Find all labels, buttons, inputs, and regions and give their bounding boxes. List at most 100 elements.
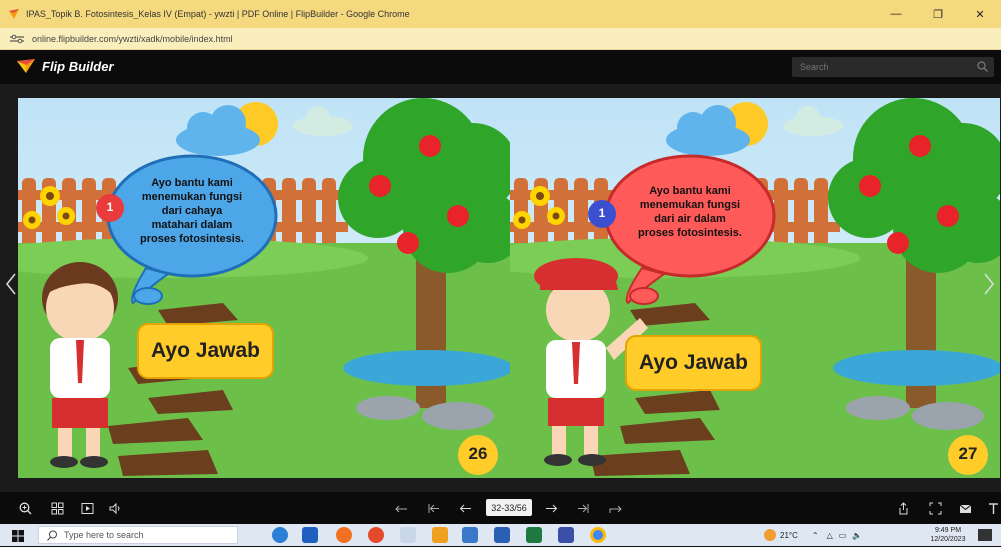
step-number-left: 1 [106, 200, 114, 214]
search-box[interactable] [792, 57, 994, 77]
taskbar-search-placeholder: Type here to search [64, 530, 144, 540]
file-explorer-icon[interactable] [462, 527, 478, 543]
thumbnails-button[interactable] [48, 499, 66, 517]
next-page-arrow[interactable] [980, 269, 998, 299]
previous-page-button[interactable] [456, 499, 474, 517]
zoom-in-button[interactable] [16, 499, 34, 517]
share-button[interactable] [894, 499, 912, 517]
firefox-app-icon[interactable] [336, 527, 352, 543]
battery-icon[interactable]: ▭ [839, 531, 847, 540]
browser-title-bar: IPAS_Topik B. Fotosintesis_Kelas IV (Emp… [0, 0, 1001, 28]
taskbar-search-box[interactable]: Type here to search [38, 526, 238, 544]
windows-taskbar: Type here to search 21°C ⌃ △ ▭ 🔈 9:49 PM… [0, 524, 1001, 546]
search-icon[interactable] [977, 61, 988, 72]
app-icon[interactable] [558, 527, 574, 543]
page-illustration-left [18, 98, 510, 478]
bubble-line: menemukan fungsi [639, 199, 741, 211]
pond [833, 350, 1000, 386]
app-icon[interactable] [432, 527, 448, 543]
mail-icon [959, 504, 971, 513]
chrome-app-icon[interactable] [590, 527, 606, 543]
search-input[interactable] [792, 57, 962, 77]
edge-app-icon[interactable] [272, 527, 288, 543]
bubble-line: proses fotosintesis. [140, 233, 244, 245]
chevron-left-icon [6, 273, 16, 295]
share-icon [899, 501, 907, 514]
book-page-left: 1 Ayo bantu kami menemukan fungsi dari c… [18, 98, 510, 478]
chevron-right-icon [984, 273, 994, 295]
excel-app-icon[interactable] [526, 527, 542, 543]
last-page-button[interactable] [574, 499, 592, 517]
notification-icon[interactable] [978, 529, 992, 541]
fullscreen-button[interactable] [926, 499, 944, 517]
prev-page-arrow[interactable] [2, 269, 20, 299]
page-indicator[interactable]: 32-33/56 [486, 499, 532, 516]
speech-bubble-text-right: Ayo bantu kami menemukan fungsi dari air… [626, 184, 754, 240]
site-settings-icon[interactable] [10, 34, 24, 44]
fullscreen-icon [929, 502, 941, 514]
bubble-line: Ayo bantu kami [151, 177, 233, 189]
mail-app-icon[interactable] [302, 527, 318, 543]
pond [343, 350, 510, 386]
play-icon [81, 502, 93, 514]
text-icon [988, 502, 998, 514]
clock-date: 12/20/2023 [930, 536, 966, 543]
book-viewer: 1 Ayo bantu kami menemukan fungsi dari c… [0, 84, 1001, 492]
speech-bubble-text-left: Ayo bantu kami menemukan fungsi dari cah… [128, 176, 256, 246]
forward-button[interactable] [606, 499, 624, 517]
bubble-line: Ayo bantu kami [649, 185, 731, 197]
logo-text: Flip Builder [42, 58, 114, 74]
bubble-line: dari air dalam [654, 213, 726, 225]
step-number-right: 1 [598, 206, 606, 220]
opera-app-icon[interactable] [368, 527, 384, 543]
ayo-jawab-button-right[interactable]: Ayo Jawab [626, 336, 761, 390]
bubble-line: menemukan fungsi [141, 191, 243, 203]
taskbar-clock[interactable]: 9:49 PM 12/20/2023 [926, 526, 970, 544]
book-page-right: 1 Ayo bantu kami menemukan fungsi dari a… [510, 98, 1000, 478]
arrow-right-icon [545, 504, 557, 512]
clock-time: 9:49 PM [934, 527, 962, 534]
network-icon[interactable]: △ [827, 531, 833, 540]
address-bar[interactable]: online.flipbuilder.com/ywzti/xadk/mobile… [0, 28, 1001, 50]
viewer-toolbar: 32-33/56 [0, 492, 1001, 524]
restore-icon[interactable]: ❐ [917, 0, 959, 28]
url-text[interactable]: online.flipbuilder.com/ywzti/xadk/mobile… [32, 34, 233, 44]
redo-arrow-icon [609, 505, 622, 513]
arrow-left-icon [459, 504, 471, 512]
email-button[interactable] [956, 499, 974, 517]
bubble-line: matahari dalam [151, 219, 233, 231]
zoom-in-icon [19, 502, 31, 514]
sound-button[interactable] [106, 499, 124, 517]
volume-icon[interactable]: 🔈 [852, 531, 862, 540]
page-number-right: 27 [958, 444, 978, 463]
paint-app-icon[interactable] [400, 527, 416, 543]
flipbuilder-favicon-icon [9, 9, 19, 19]
grid-icon [51, 502, 63, 514]
undo-arrow-icon [394, 505, 407, 512]
windows-logo-icon [12, 530, 24, 542]
temperature[interactable]: 21°C [780, 531, 798, 540]
back-button[interactable] [392, 499, 410, 517]
first-page-icon [428, 503, 439, 513]
minimize-icon[interactable]: — [875, 0, 917, 28]
flipbuilder-logo-icon [17, 59, 35, 73]
close-icon[interactable]: ✕ [959, 0, 1001, 28]
bubble-line: dari cahaya [161, 205, 223, 217]
start-button[interactable] [12, 529, 24, 547]
text-button[interactable] [984, 499, 1001, 517]
system-tray: 21°C ⌃ △ ▭ 🔈 [764, 524, 862, 546]
page-number-left: 26 [468, 444, 488, 463]
next-page-button[interactable] [542, 499, 560, 517]
bubble-line: proses fotosintesis. [638, 227, 742, 239]
chevron-up-icon[interactable]: ⌃ [812, 531, 819, 540]
page-illustration-right [510, 98, 1000, 478]
flipbuilder-header: Flip Builder [0, 50, 1001, 84]
ayo-jawab-button-left[interactable]: Ayo Jawab [138, 324, 273, 378]
word-app-icon[interactable] [494, 527, 510, 543]
flipbuilder-logo[interactable]: Flip Builder [16, 58, 114, 74]
slideshow-button[interactable] [78, 499, 96, 517]
weather-icon[interactable] [764, 529, 776, 541]
first-page-button[interactable] [424, 499, 442, 517]
speaker-icon [109, 502, 119, 514]
window-title: IPAS_Topik B. Fotosintesis_Kelas IV (Emp… [26, 9, 410, 19]
